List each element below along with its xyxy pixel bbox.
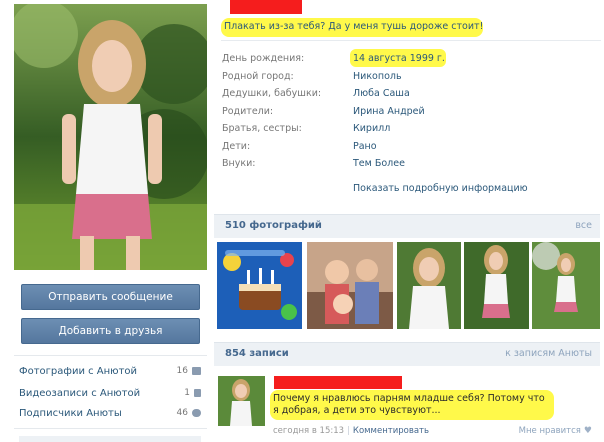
info-value-parents[interactable]: Ирина Андрей [353, 106, 425, 117]
wall-header[interactable]: 854 записи к записям Анюты [214, 342, 600, 366]
wall-title: 854 записи [225, 348, 289, 359]
info-value-birthday[interactable]: 14 августа 1999 г. [353, 53, 445, 64]
comment-link[interactable]: Комментировать [353, 426, 429, 436]
sidebar-link-count: 16 [176, 366, 188, 376]
post-author-avatar[interactable] [218, 376, 265, 426]
info-label-grandparents: Дедушки, бабушки: [222, 88, 322, 99]
send-message-button[interactable]: Отправить сообщение [21, 284, 200, 310]
users-icon [192, 409, 201, 417]
sidebar-link-label: Подписчики Анюты [19, 407, 122, 419]
info-value-siblings[interactable]: Кирилл [353, 123, 390, 134]
photos-all-link[interactable]: все [575, 220, 592, 231]
show-details-link[interactable]: Показать подробную информацию [353, 183, 528, 194]
redacted-name [230, 0, 302, 14]
info-label-grandchildren: Внуки: [222, 158, 256, 169]
heart-icon: ♥ [583, 426, 592, 436]
sidebar-link-label: Фотографии с Анютой [19, 365, 138, 377]
wall-link[interactable]: к записям Анюты [505, 348, 592, 359]
status-divider [221, 40, 601, 41]
redacted-author-name [274, 376, 402, 389]
photos-header[interactable]: 510 фотографий все [214, 214, 600, 238]
sidebar-divider [14, 428, 207, 429]
photo-image [307, 242, 393, 329]
camera-icon [192, 367, 201, 375]
photo-image [397, 242, 461, 329]
photo-thumbnail[interactable] [464, 242, 529, 329]
post-text: Почему я нравлюсь парням младше себя? По… [273, 393, 545, 416]
like-button[interactable]: Мне нравится ♥ [519, 426, 592, 436]
profile-photo-image [14, 4, 207, 270]
sidebar-link-photos[interactable]: Фотографии с Анютой 16 [19, 363, 201, 379]
sidebar-link-label: Видеозаписи с Анютой [19, 387, 141, 399]
info-value-children[interactable]: Рано [353, 141, 377, 152]
video-icon [194, 389, 201, 397]
sidebar-next-block [19, 436, 201, 442]
photo-thumbnail[interactable] [217, 242, 302, 329]
info-label-hometown: Родной город: [222, 71, 294, 82]
photos-title: 510 фотографий [225, 220, 322, 231]
sidebar-link-videos[interactable]: Видеозаписи с Анютой 1 [19, 385, 201, 401]
profile-photo[interactable] [14, 4, 207, 270]
info-value-grandchildren[interactable]: Тем Более [353, 158, 405, 169]
photo-image [532, 242, 600, 329]
post-meta: сегодня в 15:13 | Комментировать [273, 426, 430, 436]
sidebar-link-count: 1 [184, 388, 190, 398]
like-label: Мне нравится [518, 426, 581, 436]
info-label-children: Дети: [222, 141, 251, 152]
info-label-birthday: День рождения: [222, 53, 305, 64]
photo-image [464, 242, 529, 329]
photo-thumbnail[interactable] [532, 242, 600, 329]
photo-thumbnail[interactable] [397, 242, 461, 329]
avatar-image [218, 376, 265, 426]
profile-status[interactable]: Плакать из-за тебя? Да у меня тушь дорож… [224, 21, 483, 32]
sidebar-link-subscribers[interactable]: Подписчики Анюты 46 [19, 405, 201, 421]
add-friend-button[interactable]: Добавить в друзья [21, 318, 200, 344]
sidebar-divider [14, 355, 207, 356]
post-time[interactable]: сегодня в 15:13 [273, 426, 344, 436]
info-label-parents: Родители: [222, 106, 274, 117]
info-value-hometown[interactable]: Никополь [353, 71, 402, 82]
info-label-siblings: Братья, сестры: [222, 123, 302, 134]
photo-thumbnail[interactable] [307, 242, 393, 329]
birthday-cake-icon [217, 242, 302, 329]
sidebar-link-count: 46 [176, 408, 188, 418]
info-value-grandparents[interactable]: Люба Саша [353, 88, 410, 99]
